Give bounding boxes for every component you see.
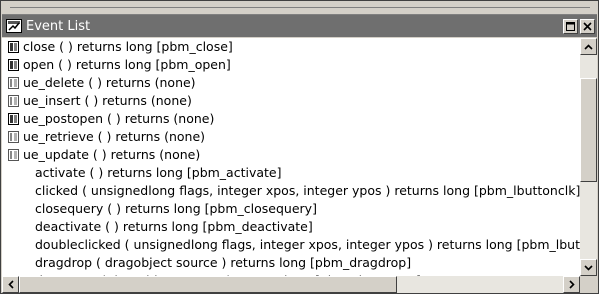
event-list-item[interactable]: ue_insert ( ) returns (none) (2, 92, 580, 110)
title-bar[interactable]: Event List (2, 15, 597, 37)
event-list-item[interactable]: ue_update ( ) returns (none) (2, 146, 580, 164)
script-event-icon (7, 112, 21, 126)
event-signature: ue_insert ( ) returns (none) (23, 93, 192, 108)
event-list-item[interactable]: ue_postopen ( ) returns (none) (2, 110, 580, 128)
event-signature: doubleclicked ( unsignedlong flags, inte… (35, 237, 580, 252)
event-list-item[interactable]: deactivate ( ) returns long [pbm_deactiv… (2, 218, 580, 236)
event-list-item[interactable]: ue_retrieve ( ) returns (none) (2, 128, 580, 146)
event-signature: ue_postopen ( ) returns (none) (23, 111, 215, 126)
event-signature: deactivate ( ) returns long [pbm_deactiv… (35, 219, 313, 234)
vertical-scroll-thumb[interactable] (580, 78, 597, 182)
event-list-icon (6, 18, 22, 34)
scroll-right-button[interactable] (563, 276, 580, 293)
horizontal-scroll-thumb[interactable] (19, 276, 397, 293)
event-list-item[interactable]: activate ( ) returns long [pbm_activate] (2, 164, 580, 182)
scroll-up-button[interactable] (580, 38, 597, 55)
event-signature: dragdrop ( dragobject source ) returns l… (35, 255, 412, 270)
chevron-left-icon (7, 280, 14, 289)
event-signature: close ( ) returns long [pbm_close] (23, 39, 233, 54)
event-signature: activate ( ) returns long [pbm_activate] (35, 165, 282, 180)
event-signature: ue_update ( ) returns (none) (23, 147, 201, 162)
vertical-scrollbar[interactable] (580, 38, 597, 276)
event-signature: clicked ( unsignedlong flags, integer xp… (35, 183, 580, 198)
event-signature: ue_delete ( ) returns (none) (23, 75, 196, 90)
scroll-down-button[interactable] (580, 259, 597, 276)
chevron-up-icon (584, 43, 593, 50)
user-event-icon (7, 76, 21, 90)
maximize-icon (566, 21, 575, 31)
window-title: Event List (26, 18, 91, 34)
event-list[interactable]: close ( ) returns long [pbm_close]open (… (2, 38, 580, 276)
event-signature: closequery ( ) returns long [pbm_closequ… (35, 201, 317, 216)
horizontal-scrollbar[interactable] (2, 276, 580, 293)
event-list-item[interactable]: ue_delete ( ) returns (none) (2, 74, 580, 92)
script-event-icon (7, 58, 21, 72)
close-icon (583, 21, 592, 31)
event-list-item[interactable]: doubleclicked ( unsignedlong flags, inte… (2, 236, 580, 254)
user-event-icon (7, 94, 21, 108)
event-list-item[interactable]: dragdrop ( dragobject source ) returns l… (2, 254, 580, 272)
user-event-icon (7, 148, 21, 162)
event-list-item[interactable]: close ( ) returns long [pbm_close] (2, 38, 580, 56)
event-list-window: Event List close ( ) returns long [pbm_c… (0, 0, 599, 294)
user-event-icon (7, 130, 21, 144)
event-signature: open ( ) returns long [pbm_open] (23, 57, 231, 72)
event-list-item[interactable]: open ( ) returns long [pbm_open] (2, 56, 580, 74)
event-signature: ue_retrieve ( ) returns (none) (23, 129, 206, 144)
event-list-item[interactable]: closequery ( ) returns long [pbm_closequ… (2, 200, 580, 218)
maximize-button[interactable] (563, 18, 578, 34)
window-top-strip (2, 2, 597, 15)
close-button[interactable] (580, 18, 595, 34)
chevron-down-icon (584, 264, 593, 271)
scroll-left-button[interactable] (2, 276, 19, 293)
chevron-right-icon (568, 280, 575, 289)
event-list-item[interactable]: clicked ( unsignedlong flags, integer xp… (2, 182, 580, 200)
scrollbar-corner (580, 276, 597, 293)
script-event-icon (7, 40, 21, 54)
